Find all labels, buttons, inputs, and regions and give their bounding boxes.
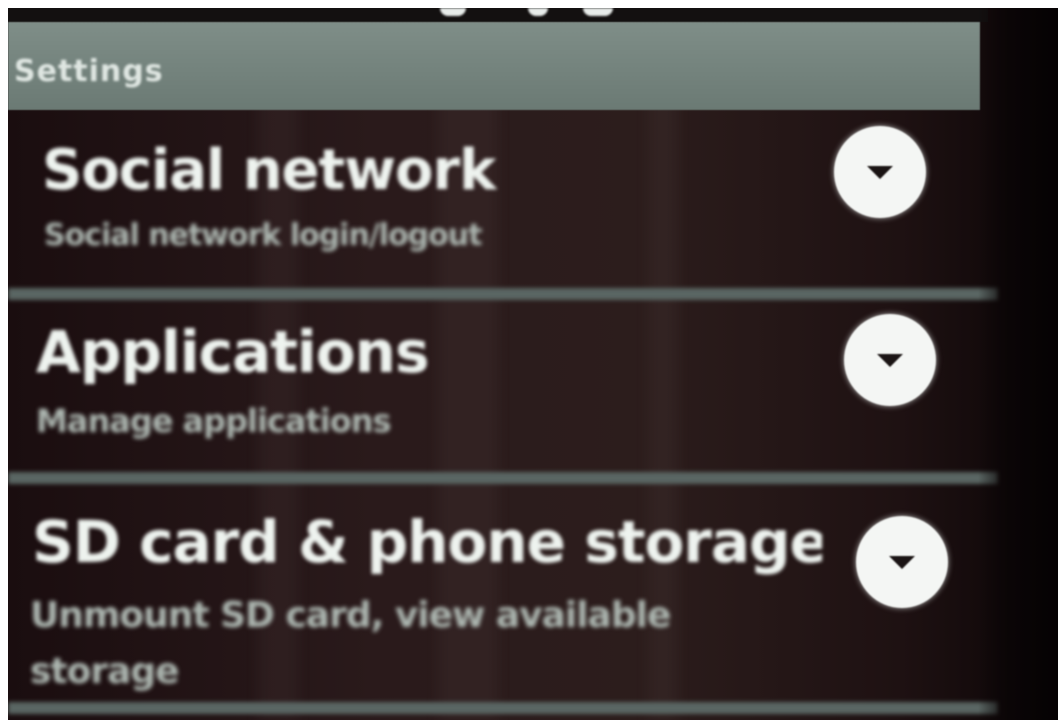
setting-item-sd-card-storage[interactable]: SD card & phone storage Unmount SD card,… [8,486,998,706]
phone-screen: Settings Social network Social network l… [8,8,1058,720]
chevron-down-icon[interactable] [856,516,948,608]
setting-item-social-network[interactable]: Social network Social network login/logo… [8,112,998,292]
setting-title: SD card & phone storage [32,508,822,576]
setting-summary: Social network login/logout [44,218,482,253]
setting-title: Applications [36,318,429,386]
photo-frame: Settings Social network Social network l… [0,0,1060,724]
row-divider [8,472,998,484]
setting-title: Social network [42,138,496,203]
status-icon [440,8,466,16]
setting-item-applications[interactable]: Applications Manage applications [8,300,998,472]
setting-summary: Manage applications [36,402,392,440]
status-icon [583,8,613,16]
chevron-down-icon[interactable] [834,126,926,218]
page-title: Settings [14,54,164,89]
row-divider [8,702,998,714]
setting-summary: Unmount SD card, view available storage [30,595,671,692]
status-bar [8,8,988,22]
status-icon [528,8,548,16]
row-divider [8,288,998,300]
chevron-down-icon[interactable] [844,314,936,406]
